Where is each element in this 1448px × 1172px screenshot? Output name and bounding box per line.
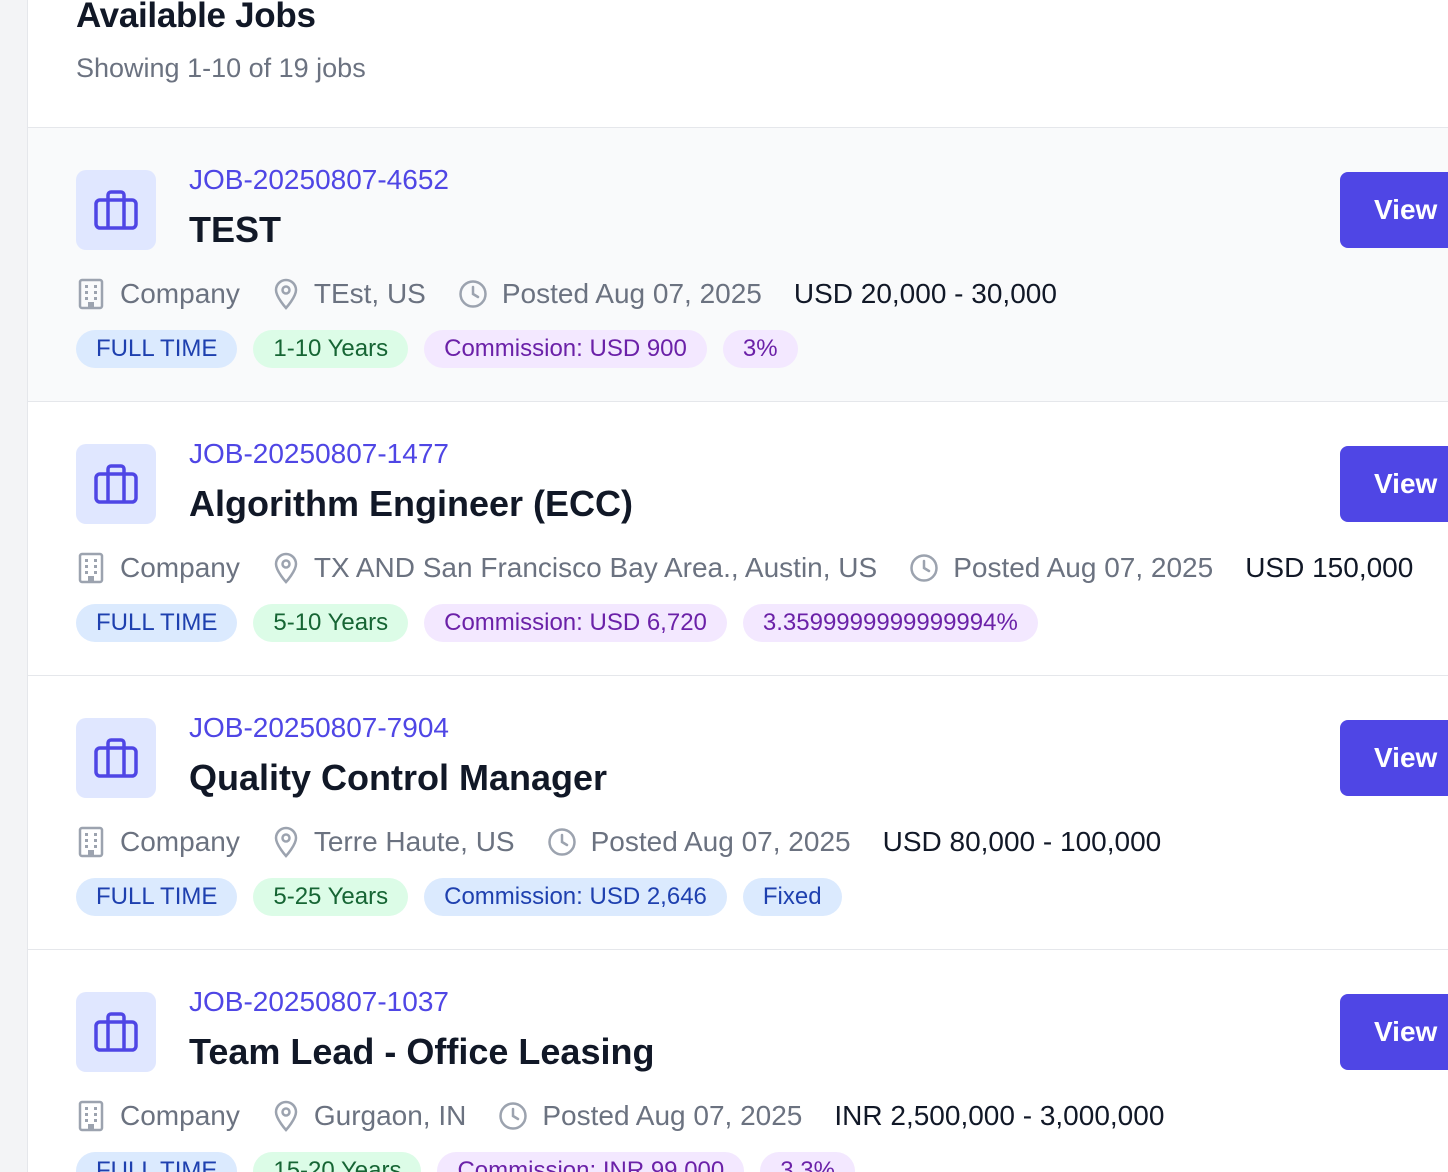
job-title[interactable]: Algorithm Engineer (ECC) <box>189 480 633 528</box>
company-name: Company <box>120 826 240 857</box>
job-tags: FULL TIME 15-20 Years Commission: INR 99,0… <box>76 1152 871 1172</box>
posted-text: Posted Aug 07, 2025 <box>590 826 851 857</box>
map-pin-icon <box>274 826 298 858</box>
clock-icon <box>459 280 487 308</box>
job-icon-box <box>76 992 156 1072</box>
map-pin-icon <box>274 278 298 310</box>
results-count: Showing 1-10 of 19 jobs <box>76 53 366 83</box>
location-text: Terre Haute, US <box>313 826 515 857</box>
job-id[interactable]: JOB-20250807-1037 <box>189 984 449 1020</box>
job-company: Company <box>76 278 240 310</box>
job-tags: FULL TIME 5-25 Years Commission: USD 2,646… <box>76 878 858 916</box>
job-card[interactable]: JOB-20250807-4652 TEST View Company TEst… <box>28 128 1448 402</box>
job-tags: FULL TIME 1-10 Years Commission: USD 900 3% <box>76 330 814 368</box>
jobs-header: Available Jobs Showing 1-10 of 19 jobs <box>28 0 1448 128</box>
briefcase-icon <box>94 1012 138 1052</box>
view-job-button[interactable]: View <box>1340 446 1448 522</box>
job-tag: FULL TIME <box>76 878 238 916</box>
job-tag: 1-10 Years <box>253 330 409 368</box>
job-tag: 5-10 Years <box>253 604 409 642</box>
job-card[interactable]: JOB-20250807-7904 Quality Control Manage… <box>28 676 1448 950</box>
view-job-button[interactable]: View <box>1340 720 1448 796</box>
location-text: TX AND San Francisco Bay Area., Austin, … <box>313 552 878 583</box>
job-tag: 5-25 Years <box>253 878 409 916</box>
location-text: TEst, US <box>313 278 426 309</box>
posted-text: Posted Aug 07, 2025 <box>501 278 762 309</box>
job-meta-row: Company Terre Haute, US Posted Aug 07, 2… <box>76 820 1161 864</box>
company-name: Company <box>120 1100 240 1131</box>
salary-range: USD 80,000 - 100,000 <box>882 826 1162 857</box>
salary-range: USD 20,000 - 30,000 <box>793 278 1057 309</box>
company-name: Company <box>120 278 240 309</box>
building-icon <box>78 552 104 584</box>
job-posted-date: Posted Aug 07, 2025 <box>458 278 762 310</box>
job-tag: Fixed <box>742 878 842 916</box>
job-card[interactable]: JOB-20250807-1037 Team Lead - Office Lea… <box>28 950 1448 1172</box>
job-posted-date: Posted Aug 07, 2025 <box>547 826 851 858</box>
job-tag: Commission: USD 6,720 <box>424 604 727 642</box>
jobs-panel: Available Jobs Showing 1-10 of 19 jobs J… <box>28 0 1448 1172</box>
clock-icon <box>499 1102 528 1130</box>
posted-text: Posted Aug 07, 2025 <box>953 552 1214 583</box>
briefcase-icon <box>94 464 138 504</box>
page: Available Jobs Showing 1-10 of 19 jobs J… <box>0 0 1448 1172</box>
job-meta-row: Company Gurgaon, IN Posted Aug 07, 2025 … <box>76 1094 1164 1138</box>
job-company: Company <box>76 552 240 584</box>
job-title[interactable]: Team Lead - Office Leasing <box>189 1028 654 1076</box>
job-tag: 3% <box>722 330 798 368</box>
job-posted-date: Posted Aug 07, 2025 <box>909 552 1213 584</box>
posted-text: Posted Aug 07, 2025 <box>542 1100 803 1131</box>
clock-icon <box>547 828 576 856</box>
view-job-button[interactable]: View <box>1340 994 1448 1070</box>
job-tag: Commission: INR 99,000 <box>437 1152 745 1172</box>
left-sidebar-edge <box>0 0 28 1172</box>
job-id[interactable]: JOB-20250807-4652 <box>189 162 449 198</box>
salary-range: USD 150,000 <box>1245 552 1414 583</box>
building-icon <box>78 1100 104 1132</box>
building-icon <box>78 826 104 858</box>
location-text: Gurgaon, IN <box>313 1100 467 1131</box>
job-posted-date: Posted Aug 07, 2025 <box>498 1100 802 1132</box>
view-job-button[interactable]: View <box>1340 172 1448 248</box>
job-location: TX AND San Francisco Bay Area., Austin, … <box>272 552 877 584</box>
job-title[interactable]: TEST <box>189 206 281 254</box>
job-location: Gurgaon, IN <box>272 1100 467 1132</box>
job-tag: Commission: USD 900 <box>424 330 707 368</box>
job-tag: Commission: USD 2,646 <box>424 878 727 916</box>
job-location: TEst, US <box>272 278 426 310</box>
briefcase-icon <box>94 738 138 778</box>
job-id[interactable]: JOB-20250807-1477 <box>189 436 449 472</box>
job-tags: FULL TIME 5-10 Years Commission: USD 6,720… <box>76 604 1054 642</box>
company-name: Company <box>120 552 240 583</box>
job-company: Company <box>76 1100 240 1132</box>
job-icon-box <box>76 444 156 524</box>
job-icon-box <box>76 170 156 250</box>
job-tag: 15-20 Years <box>253 1152 422 1172</box>
salary-range: INR 2,500,000 - 3,000,000 <box>834 1100 1165 1131</box>
job-tag: 3.3% <box>760 1152 855 1172</box>
job-tag: FULL TIME <box>76 604 238 642</box>
map-pin-icon <box>274 552 298 584</box>
job-meta-row: Company TX AND San Francisco Bay Area., … <box>76 546 1413 590</box>
job-meta-row: Company TEst, US Posted Aug 07, 2025 USD… <box>76 272 1057 316</box>
job-tag: 3.3599999999999994% <box>742 604 1038 642</box>
job-icon-box <box>76 718 156 798</box>
map-pin-icon <box>274 1100 298 1132</box>
job-id[interactable]: JOB-20250807-7904 <box>189 710 449 746</box>
briefcase-icon <box>94 190 138 230</box>
page-title: Available Jobs <box>76 0 316 35</box>
job-card[interactable]: JOB-20250807-1477 Algorithm Engineer (EC… <box>28 402 1448 676</box>
job-list: JOB-20250807-4652 TEST View Company TEst… <box>28 128 1448 1172</box>
clock-icon <box>910 554 938 582</box>
job-title[interactable]: Quality Control Manager <box>189 754 607 802</box>
job-location: Terre Haute, US <box>272 826 515 858</box>
job-tag: FULL TIME <box>76 330 238 368</box>
job-company: Company <box>76 826 240 858</box>
building-icon <box>78 278 104 310</box>
job-tag: FULL TIME <box>76 1152 238 1172</box>
